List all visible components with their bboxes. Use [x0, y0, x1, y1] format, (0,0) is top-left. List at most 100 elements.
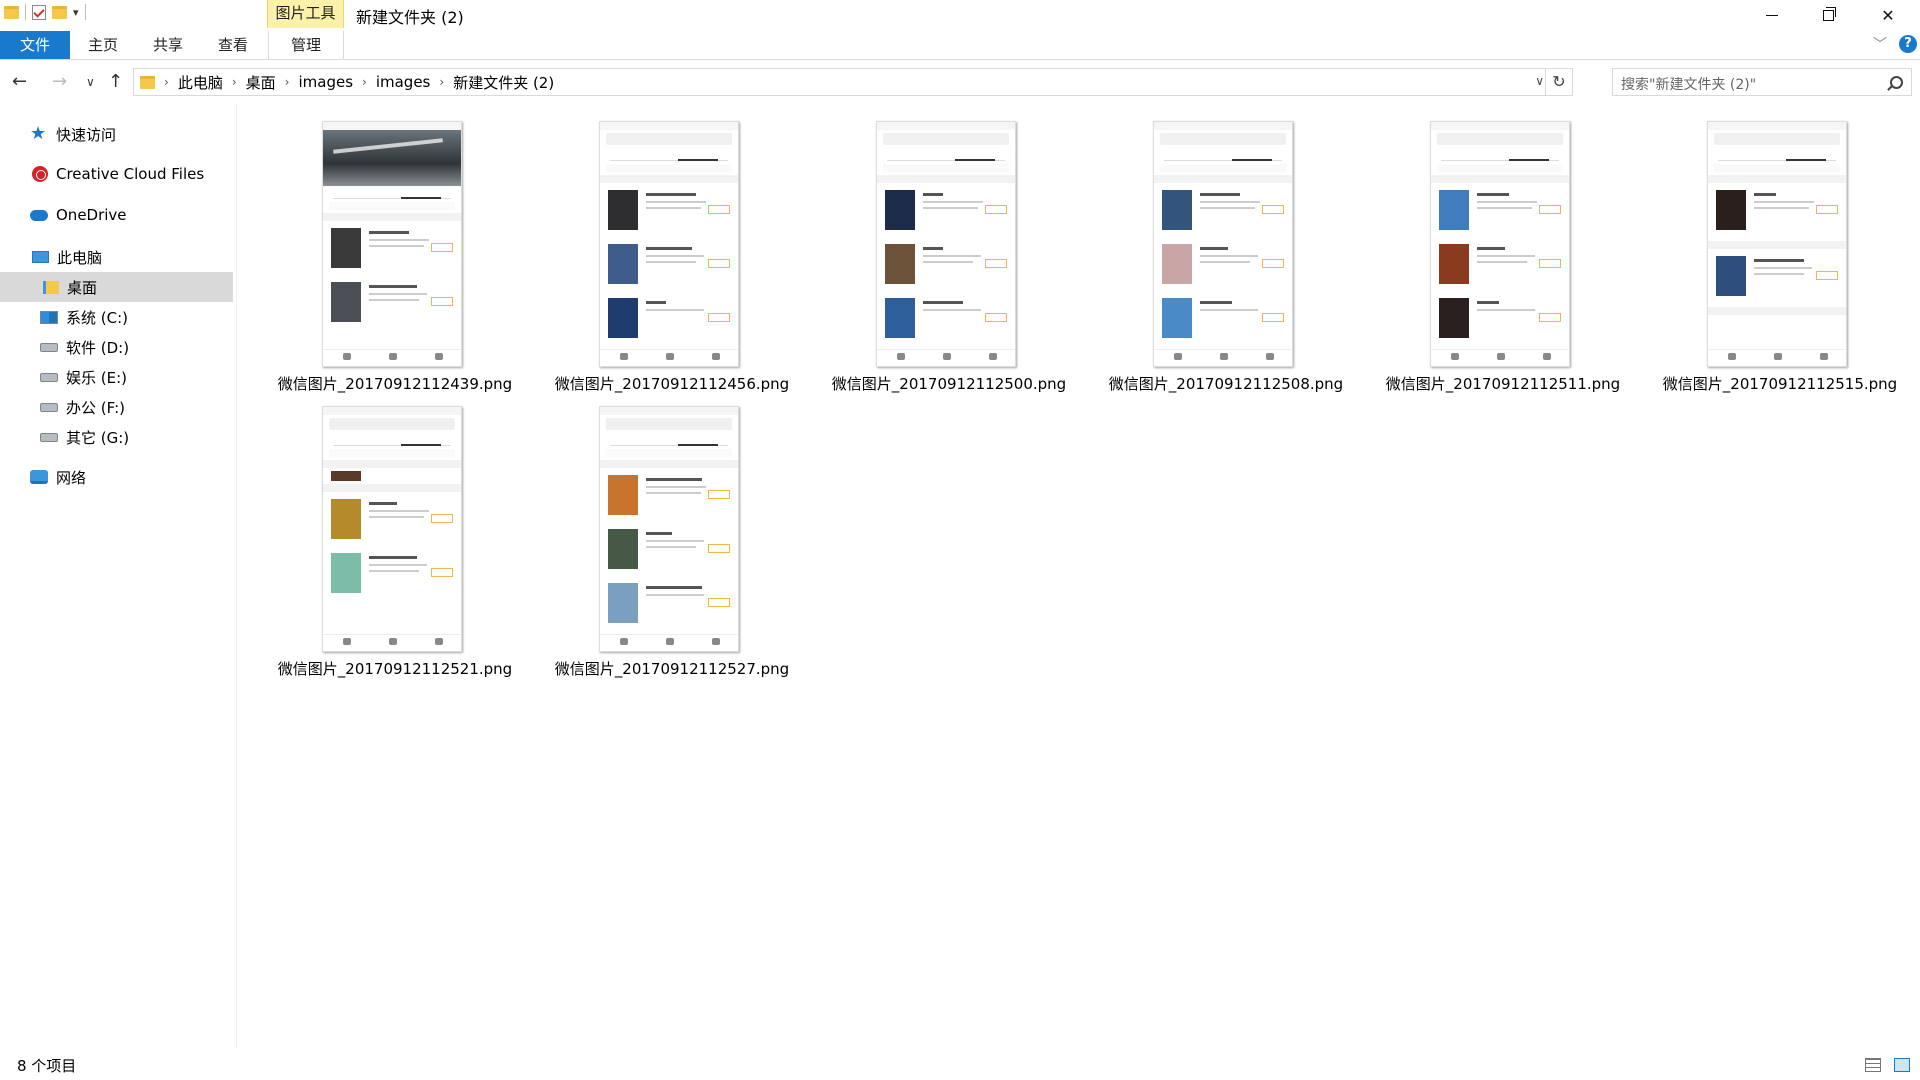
forward-arrow-icon[interactable]: → [52, 71, 67, 92]
sidebar-item-drive-d[interactable]: 软件 (D:) [0, 332, 233, 362]
breadcrumb-chevron-icon[interactable]: › [164, 75, 169, 89]
tab-view[interactable]: 查看 [213, 31, 253, 59]
ribbon-tabs: 文件 主页 共享 查看 管理 ﹀ ? [0, 31, 1920, 60]
search-icon[interactable] [1890, 76, 1903, 89]
folder-icon [140, 75, 155, 89]
breadcrumb-images-sub[interactable]: images [376, 73, 431, 91]
address-history-chevron-icon[interactable]: ∨ [1535, 74, 1544, 88]
sidebar-item-label: 此电脑 [57, 248, 103, 267]
tab-home[interactable]: 主页 [83, 31, 123, 59]
properties-icon[interactable] [32, 4, 46, 20]
sidebar-item-this-pc[interactable]: 此电脑 [0, 242, 233, 272]
item-count: 8 个项目 [17, 1057, 77, 1075]
close-button[interactable]: ✕ [1860, 0, 1916, 30]
search-placeholder: 搜索"新建文件夹 (2)" [1621, 77, 1757, 93]
file-name[interactable]: 微信图片_20170912112527.png [552, 658, 792, 679]
tab-file[interactable]: 文件 [0, 31, 70, 59]
star-icon: ★ [30, 123, 47, 144]
tab-share[interactable]: 共享 [148, 31, 188, 59]
breadcrumb-this-pc[interactable]: 此电脑 [178, 72, 223, 93]
sidebar-item-quick-access[interactable]: ★ 快速访问 [0, 119, 233, 149]
drive-icon [40, 402, 58, 412]
address-bar[interactable]: › 此电脑 › 桌面 › images › images › 新建文件夹 (2)… [133, 68, 1573, 96]
network-icon [30, 470, 48, 484]
navigation-pane: ★ 快速访问 Creative Cloud Files OneDrive 此电脑… [0, 118, 236, 1048]
restore-icon [1822, 6, 1836, 21]
sidebar-item-creative-cloud[interactable]: Creative Cloud Files [0, 159, 233, 189]
image-thumbnail [1153, 121, 1293, 367]
expand-ribbon-chevron-icon[interactable]: ﹀ [1873, 34, 1887, 54]
details-view-icon[interactable] [1865, 1058, 1881, 1072]
breadcrumb-chevron-icon[interactable]: › [232, 75, 237, 89]
desktop-icon [43, 280, 59, 294]
close-icon: ✕ [1881, 5, 1895, 25]
recent-locations-chevron-icon[interactable]: ∨ [86, 75, 95, 89]
image-thumbnail [599, 121, 739, 367]
image-thumbnail [1707, 121, 1847, 367]
navigation-bar: ← → ∨ ↑ › 此电脑 › 桌面 › images › images › 新… [0, 60, 1920, 104]
status-bar: 8 个项目 [0, 1052, 1920, 1080]
title-bar: ▾ 图片工具 新建文件夹 (2) ✕ [0, 0, 1920, 31]
drive-icon [40, 432, 58, 442]
back-arrow-icon[interactable]: ← [12, 71, 27, 92]
image-thumbnail [322, 406, 462, 652]
sidebar-item-drive-e[interactable]: 娱乐 (E:) [0, 362, 233, 392]
new-folder-icon[interactable] [52, 5, 67, 19]
breadcrumb-chevron-icon[interactable]: › [285, 75, 290, 89]
help-icon[interactable]: ? [1899, 35, 1917, 53]
picture-tools-context-tab: 图片工具 [267, 0, 344, 28]
sidebar-item-label: 办公 (F:) [66, 398, 125, 417]
image-thumbnail [876, 121, 1016, 367]
system-drive-icon [40, 310, 58, 324]
image-thumbnail [322, 121, 462, 367]
breadcrumb-chevron-icon[interactable]: › [439, 75, 444, 89]
sidebar-item-drive-g[interactable]: 其它 (G:) [0, 422, 233, 452]
file-name[interactable]: 微信图片_20170912112515.png [1660, 373, 1900, 394]
sidebar-item-network[interactable]: 网络 [0, 462, 233, 492]
drive-icon [40, 342, 58, 352]
breadcrumb-images[interactable]: images [298, 73, 353, 91]
restore-button[interactable] [1800, 0, 1856, 30]
sidebar-item-label: 系统 (C:) [66, 308, 128, 327]
up-arrow-icon[interactable]: ↑ [108, 71, 123, 92]
file-name[interactable]: 微信图片_20170912112500.png [829, 373, 1069, 394]
large-icons-view-icon[interactable] [1894, 1058, 1910, 1072]
file-name[interactable]: 微信图片_20170912112521.png [275, 658, 515, 679]
tab-manage[interactable]: 管理 [268, 31, 344, 59]
window-title: 新建文件夹 (2) [356, 8, 464, 27]
search-input[interactable]: 搜索"新建文件夹 (2)" [1612, 68, 1912, 96]
toolbar-separator [84, 4, 86, 20]
creative-cloud-icon [32, 166, 48, 182]
file-name[interactable]: 微信图片_20170912112508.png [1106, 373, 1346, 394]
minimize-icon [1766, 14, 1778, 16]
file-name[interactable]: 微信图片_20170912112439.png [275, 373, 515, 394]
breadcrumb-current-folder[interactable]: 新建文件夹 (2) [453, 72, 554, 93]
customize-toolbar-chevron-icon[interactable]: ▾ [73, 6, 79, 19]
file-name[interactable]: 微信图片_20170912112456.png [552, 373, 792, 394]
sidebar-item-label: 娱乐 (E:) [66, 368, 128, 387]
drive-icon [40, 372, 58, 382]
breadcrumb-desktop[interactable]: 桌面 [246, 72, 276, 93]
sidebar-item-label: 桌面 [67, 278, 98, 297]
sidebar-item-label: Creative Cloud Files [56, 165, 205, 183]
refresh-icon[interactable]: ↻ [1545, 69, 1572, 95]
sidebar-item-label: OneDrive [56, 206, 127, 224]
computer-icon [32, 251, 49, 263]
minimize-button[interactable] [1744, 0, 1800, 30]
toolbar-separator [25, 4, 26, 20]
sidebar-item-label: 软件 (D:) [66, 338, 130, 357]
image-thumbnail [599, 406, 739, 652]
breadcrumb-chevron-icon[interactable]: › [362, 75, 367, 89]
file-name[interactable]: 微信图片_20170912112511.png [1383, 373, 1623, 394]
folder-icon [4, 5, 19, 19]
sidebar-item-drive-f[interactable]: 办公 (F:) [0, 392, 233, 422]
image-thumbnail [1430, 121, 1570, 367]
sidebar-item-drive-c[interactable]: 系统 (C:) [0, 302, 233, 332]
pane-divider[interactable] [236, 104, 237, 1048]
sidebar-item-onedrive[interactable]: OneDrive [0, 200, 233, 230]
quick-access-toolbar: ▾ [4, 4, 86, 20]
sidebar-item-desktop[interactable]: 桌面 [0, 272, 233, 302]
sidebar-item-label: 其它 (G:) [66, 428, 130, 447]
cloud-icon [30, 209, 48, 221]
sidebar-item-label: 快速访问 [56, 125, 117, 144]
